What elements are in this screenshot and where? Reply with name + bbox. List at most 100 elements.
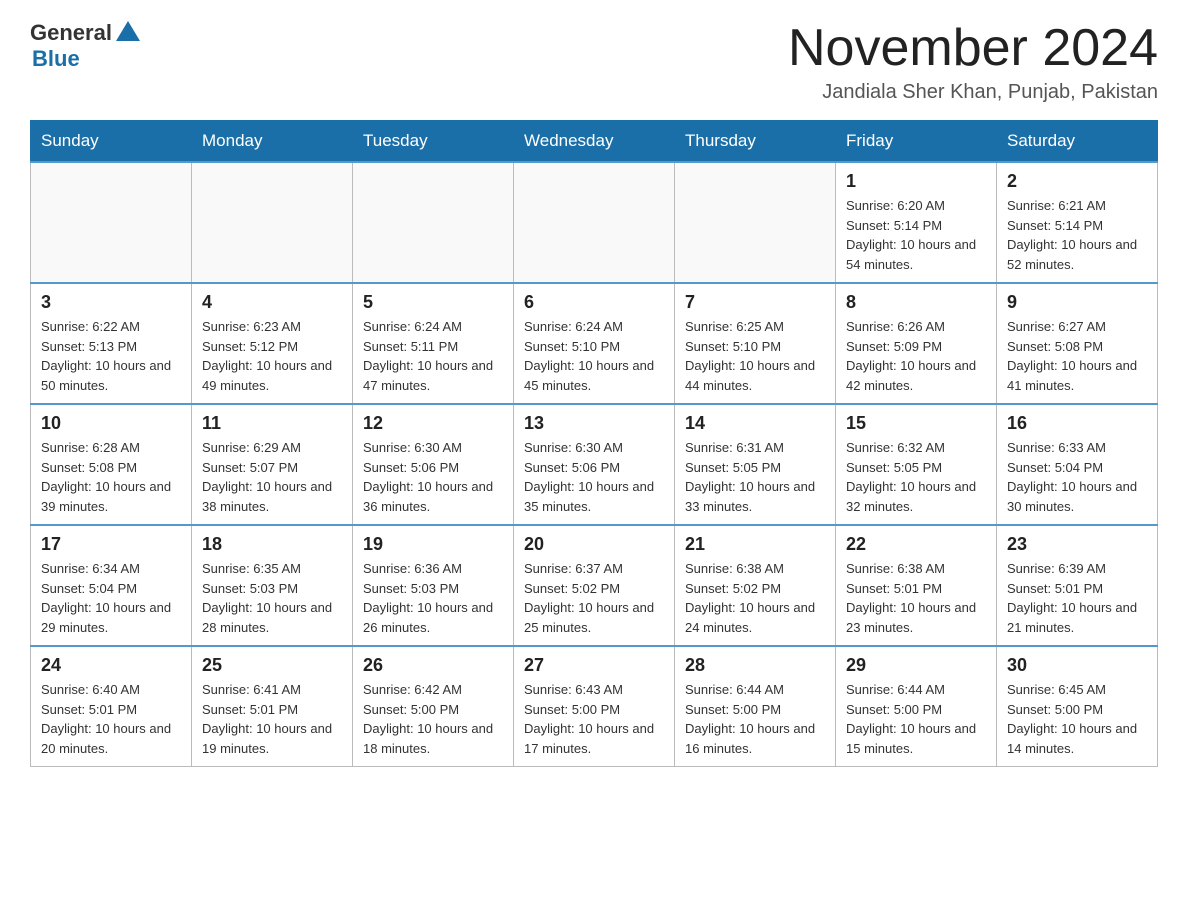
calendar-cell: 27Sunrise: 6:43 AMSunset: 5:00 PMDayligh…	[514, 646, 675, 767]
week-row-4: 24 Sunrise: 6:40 AMSunset: 5:01 PMDayligh…	[31, 646, 1158, 767]
logo-general-text: General	[30, 20, 112, 46]
col-header-tuesday: Tuesday	[353, 121, 514, 163]
day-number: 2	[1007, 171, 1147, 192]
day-number: 25	[202, 655, 342, 676]
calendar-cell	[353, 162, 514, 283]
day-info: Sunrise: 6:38 AMSunset: 5:01 PMDaylight:…	[846, 559, 986, 637]
day-number: 26	[363, 655, 503, 676]
day-info: Sunrise: 6:27 AMSunset: 5:08 PMDaylight:…	[1007, 317, 1147, 395]
calendar-cell: 5 Sunrise: 6:24 AMSunset: 5:11 PMDaylight…	[353, 283, 514, 404]
day-info: Sunrise: 6:25 AMSunset: 5:10 PMDaylight:…	[685, 317, 825, 395]
day-number: 10	[41, 413, 181, 434]
week-row-2: 10 Sunrise: 6:28 AMSunset: 5:08 PMDayligh…	[31, 404, 1158, 525]
calendar-cell: 7 Sunrise: 6:25 AMSunset: 5:10 PMDaylight…	[675, 283, 836, 404]
day-info: Sunrise: 6:36 AMSunset: 5:03 PMDaylight:…	[363, 559, 503, 637]
day-number: 8	[846, 292, 986, 313]
day-info: Sunrise: 6:43 AMSunset: 5:00 PMDaylight:…	[524, 680, 664, 758]
day-number: 22	[846, 534, 986, 555]
calendar-header-row: SundayMondayTuesdayWednesdayThursdayFrid…	[31, 121, 1158, 163]
day-number: 19	[363, 534, 503, 555]
calendar-cell: 17 Sunrise: 6:34 AMSunset: 5:04 PMDayligh…	[31, 525, 192, 646]
day-number: 13	[524, 413, 664, 434]
day-info: Sunrise: 6:41 AMSunset: 5:01 PMDaylight:…	[202, 680, 342, 758]
day-info: Sunrise: 6:21 AMSunset: 5:14 PMDaylight:…	[1007, 196, 1147, 274]
calendar-cell	[514, 162, 675, 283]
day-number: 1	[846, 171, 986, 192]
location-text: Jandiala Sher Khan, Punjab, Pakistan	[788, 81, 1158, 104]
day-number: 21	[685, 534, 825, 555]
calendar-cell: 4Sunrise: 6:23 AMSunset: 5:12 PMDaylight…	[192, 283, 353, 404]
calendar-cell: 14 Sunrise: 6:31 AMSunset: 5:05 PMDayligh…	[675, 404, 836, 525]
calendar-cell: 25 Sunrise: 6:41 AMSunset: 5:01 PMDayligh…	[192, 646, 353, 767]
calendar-cell: 1 Sunrise: 6:20 AMSunset: 5:14 PMDaylight…	[836, 162, 997, 283]
calendar-cell	[31, 162, 192, 283]
calendar-cell: 29Sunrise: 6:44 AMSunset: 5:00 PMDayligh…	[836, 646, 997, 767]
day-number: 23	[1007, 534, 1147, 555]
day-number: 12	[363, 413, 503, 434]
header-right: November 2024 Jandiala Sher Khan, Punjab…	[788, 20, 1158, 104]
day-info: Sunrise: 6:28 AMSunset: 5:08 PMDaylight:…	[41, 438, 181, 516]
day-number: 3	[41, 292, 181, 313]
day-info: Sunrise: 6:32 AMSunset: 5:05 PMDaylight:…	[846, 438, 986, 516]
col-header-thursday: Thursday	[675, 121, 836, 163]
day-number: 11	[202, 413, 342, 434]
calendar-cell: 12 Sunrise: 6:30 AMSunset: 5:06 PMDayligh…	[353, 404, 514, 525]
calendar-cell: 23 Sunrise: 6:39 AMSunset: 5:01 PMDayligh…	[997, 525, 1158, 646]
day-info: Sunrise: 6:31 AMSunset: 5:05 PMDaylight:…	[685, 438, 825, 516]
day-info: Sunrise: 6:39 AMSunset: 5:01 PMDaylight:…	[1007, 559, 1147, 637]
week-row-3: 17 Sunrise: 6:34 AMSunset: 5:04 PMDayligh…	[31, 525, 1158, 646]
day-number: 16	[1007, 413, 1147, 434]
day-info: Sunrise: 6:24 AMSunset: 5:11 PMDaylight:…	[363, 317, 503, 395]
day-info: Sunrise: 6:23 AMSunset: 5:12 PMDaylight:…	[202, 317, 342, 395]
day-number: 18	[202, 534, 342, 555]
day-info: Sunrise: 6:33 AMSunset: 5:04 PMDaylight:…	[1007, 438, 1147, 516]
day-info: Sunrise: 6:20 AMSunset: 5:14 PMDaylight:…	[846, 196, 986, 274]
day-info: Sunrise: 6:35 AMSunset: 5:03 PMDaylight:…	[202, 559, 342, 637]
day-number: 5	[363, 292, 503, 313]
calendar-cell: 15Sunrise: 6:32 AMSunset: 5:05 PMDayligh…	[836, 404, 997, 525]
col-header-monday: Monday	[192, 121, 353, 163]
day-number: 14	[685, 413, 825, 434]
day-number: 24	[41, 655, 181, 676]
calendar-cell: 26 Sunrise: 6:42 AMSunset: 5:00 PMDayligh…	[353, 646, 514, 767]
day-info: Sunrise: 6:29 AMSunset: 5:07 PMDaylight:…	[202, 438, 342, 516]
page-header: General Blue November 2024 Jandiala Sher…	[30, 20, 1158, 104]
day-info: Sunrise: 6:22 AMSunset: 5:13 PMDaylight:…	[41, 317, 181, 395]
calendar-cell: 19 Sunrise: 6:36 AMSunset: 5:03 PMDayligh…	[353, 525, 514, 646]
calendar-cell: 9 Sunrise: 6:27 AMSunset: 5:08 PMDaylight…	[997, 283, 1158, 404]
calendar-cell: 16 Sunrise: 6:33 AMSunset: 5:04 PMDayligh…	[997, 404, 1158, 525]
calendar-cell: 28Sunrise: 6:44 AMSunset: 5:00 PMDayligh…	[675, 646, 836, 767]
logo-blue-text: Blue	[32, 46, 80, 72]
calendar-cell	[192, 162, 353, 283]
calendar-cell: 8 Sunrise: 6:26 AMSunset: 5:09 PMDaylight…	[836, 283, 997, 404]
day-info: Sunrise: 6:34 AMSunset: 5:04 PMDaylight:…	[41, 559, 181, 637]
day-number: 9	[1007, 292, 1147, 313]
day-number: 30	[1007, 655, 1147, 676]
day-info: Sunrise: 6:30 AMSunset: 5:06 PMDaylight:…	[524, 438, 664, 516]
calendar-cell: 3 Sunrise: 6:22 AMSunset: 5:13 PMDaylight…	[31, 283, 192, 404]
col-header-friday: Friday	[836, 121, 997, 163]
calendar-cell: 22 Sunrise: 6:38 AMSunset: 5:01 PMDayligh…	[836, 525, 997, 646]
calendar-cell: 10 Sunrise: 6:28 AMSunset: 5:08 PMDayligh…	[31, 404, 192, 525]
day-info: Sunrise: 6:42 AMSunset: 5:00 PMDaylight:…	[363, 680, 503, 758]
week-row-0: 1 Sunrise: 6:20 AMSunset: 5:14 PMDaylight…	[31, 162, 1158, 283]
day-number: 17	[41, 534, 181, 555]
col-header-saturday: Saturday	[997, 121, 1158, 163]
day-number: 20	[524, 534, 664, 555]
day-info: Sunrise: 6:38 AMSunset: 5:02 PMDaylight:…	[685, 559, 825, 637]
calendar-cell: 6Sunrise: 6:24 AMSunset: 5:10 PMDaylight…	[514, 283, 675, 404]
day-info: Sunrise: 6:45 AMSunset: 5:00 PMDaylight:…	[1007, 680, 1147, 758]
calendar-cell: 20Sunrise: 6:37 AMSunset: 5:02 PMDayligh…	[514, 525, 675, 646]
calendar-cell: 18 Sunrise: 6:35 AMSunset: 5:03 PMDayligh…	[192, 525, 353, 646]
calendar-cell: 2 Sunrise: 6:21 AMSunset: 5:14 PMDaylight…	[997, 162, 1158, 283]
calendar-cell: 13 Sunrise: 6:30 AMSunset: 5:06 PMDayligh…	[514, 404, 675, 525]
day-info: Sunrise: 6:40 AMSunset: 5:01 PMDaylight:…	[41, 680, 181, 758]
day-number: 7	[685, 292, 825, 313]
day-info: Sunrise: 6:26 AMSunset: 5:09 PMDaylight:…	[846, 317, 986, 395]
calendar-cell: 11 Sunrise: 6:29 AMSunset: 5:07 PMDayligh…	[192, 404, 353, 525]
week-row-1: 3 Sunrise: 6:22 AMSunset: 5:13 PMDaylight…	[31, 283, 1158, 404]
calendar-cell: 30 Sunrise: 6:45 AMSunset: 5:00 PMDayligh…	[997, 646, 1158, 767]
day-info: Sunrise: 6:30 AMSunset: 5:06 PMDaylight:…	[363, 438, 503, 516]
logo: General Blue	[30, 20, 140, 72]
logo-triangle-icon	[116, 21, 140, 41]
